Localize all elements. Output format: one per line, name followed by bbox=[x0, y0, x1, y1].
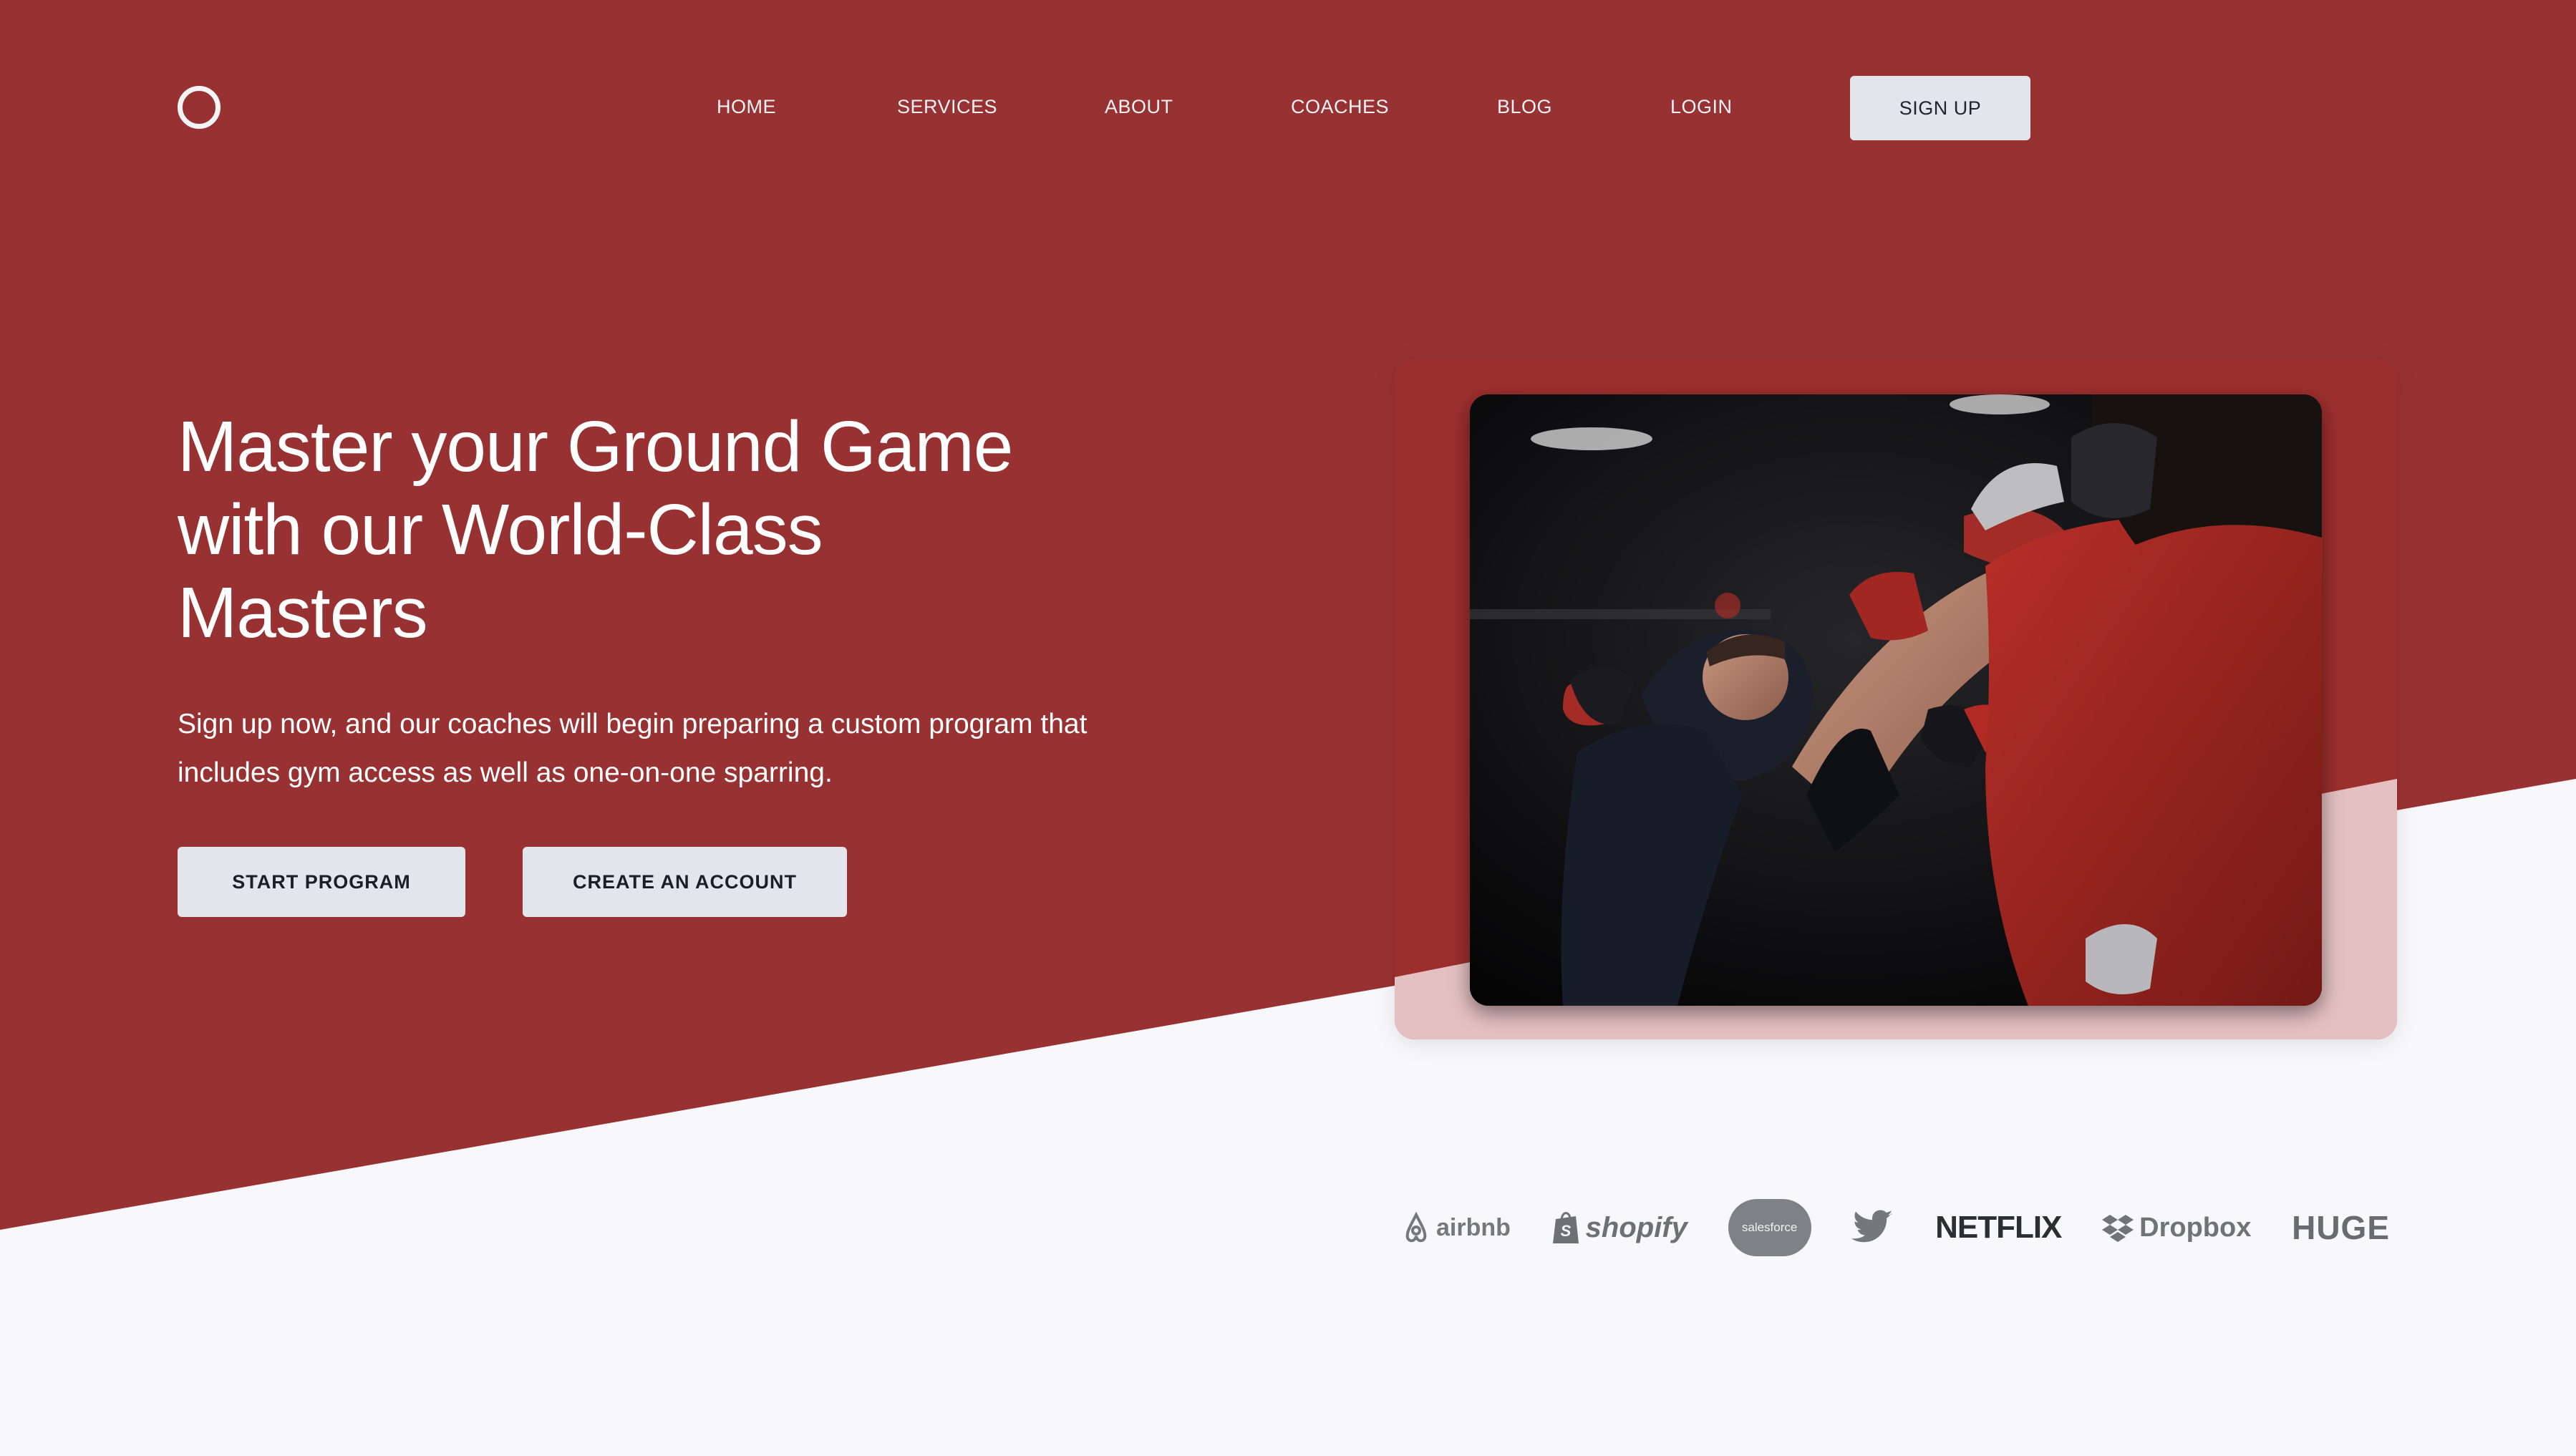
shopify-wordmark: shopify bbox=[1585, 1211, 1688, 1243]
dropbox-wordmark: Dropbox bbox=[2139, 1212, 2252, 1243]
hero-headline: Master your Ground Game with our World-C… bbox=[178, 405, 1072, 654]
huge-wordmark: HUGE bbox=[2292, 1209, 2390, 1246]
nav-coaches[interactable]: COACHES bbox=[1291, 96, 1389, 118]
nav-login[interactable]: LOGIN bbox=[1670, 96, 1733, 118]
partner-logos: airbnb S shopify salesforce NETFLIX Drop… bbox=[1395, 1181, 2397, 1274]
nav-about[interactable]: ABOUT bbox=[1105, 96, 1173, 118]
headline-line: Master your Ground Game bbox=[178, 407, 1013, 487]
shopify-bag-icon: S bbox=[1552, 1212, 1579, 1243]
twitter-bird-icon bbox=[1851, 1210, 1893, 1243]
netflix-wordmark: NETFLIX bbox=[1935, 1210, 2062, 1245]
svg-text:S: S bbox=[1560, 1222, 1571, 1240]
headline-line: Masters bbox=[178, 573, 428, 653]
circle-logo-icon[interactable] bbox=[178, 86, 221, 129]
subtext-line: Sign up now, and our coaches will begin … bbox=[178, 709, 1088, 739]
sparring-photo-illustration bbox=[1470, 394, 2322, 1006]
salesforce-wordmark: salesforce bbox=[1741, 1220, 1798, 1234]
airbnb-wordmark: airbnb bbox=[1436, 1213, 1511, 1241]
netflix-logo: NETFLIX bbox=[1935, 1210, 2062, 1246]
huge-logo: HUGE bbox=[2292, 1208, 2390, 1247]
nav-home[interactable]: HOME bbox=[717, 96, 776, 118]
sparring-photo bbox=[1470, 394, 2322, 1006]
salesforce-logo: salesforce bbox=[1728, 1199, 1811, 1256]
start-program-button[interactable]: START PROGRAM bbox=[178, 847, 465, 917]
hero-subtext: Sign up now, and our coaches will begin … bbox=[178, 700, 1108, 797]
nav-services[interactable]: SERVICES bbox=[897, 96, 997, 118]
create-account-button[interactable]: CREATE AN ACCOUNT bbox=[523, 847, 847, 917]
subtext-line: includes gym access as well as one-on-on… bbox=[178, 757, 833, 788]
airbnb-icon bbox=[1405, 1212, 1427, 1243]
airbnb-logo: airbnb bbox=[1402, 1212, 1511, 1243]
sign-up-button[interactable]: SIGN UP bbox=[1850, 76, 2030, 140]
nav-blog[interactable]: BLOG bbox=[1497, 96, 1552, 118]
headline-line: with our World-Class bbox=[178, 490, 823, 570]
dropbox-logo: Dropbox bbox=[2102, 1213, 2251, 1243]
shopify-logo: S shopify bbox=[1551, 1210, 1688, 1245]
dropbox-icon bbox=[2102, 1215, 2134, 1242]
twitter-logo bbox=[1851, 1210, 1894, 1246]
